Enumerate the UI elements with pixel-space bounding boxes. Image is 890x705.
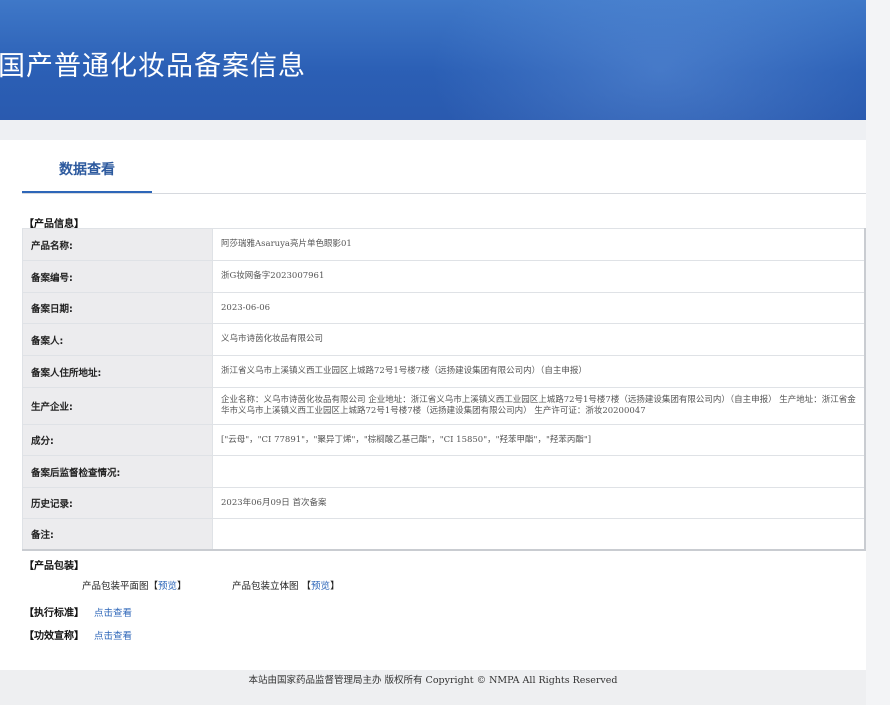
banner-spacer [0, 120, 866, 140]
tab-data-view[interactable]: 数据查看 [22, 140, 152, 193]
table-row: 产品名称: 阿莎瑞雅Asaruya亮片单色眼影01 [22, 228, 866, 261]
standards-heading: 【执行标准】 [24, 608, 84, 619]
footer-text: 本站由国家药品监督管理局主办 版权所有 [248, 675, 423, 686]
row-key-supervision: 备案后监督检查情况: [22, 455, 213, 488]
table-row: 成分: ["云母"，"CI 77891"，"聚异丁烯"，"棕榈酸乙基己酯"，"C… [22, 424, 866, 456]
packaging-flat-preview-link[interactable]: 预览 [158, 581, 177, 592]
table-row: 备案日期: 2023-06-06 [22, 292, 866, 324]
claims-row: 【功效宣称】 点击查看 [24, 627, 132, 642]
table-row: 备案人: 义乌市诗茵化妆品有限公司 [22, 323, 866, 356]
table-row: 生产企业: 企业名称：义乌市诗茵化妆品有限公司 企业地址：浙江省义乌市上溪镇义西… [22, 387, 866, 425]
row-value-supervision [212, 455, 866, 488]
page-banner: 国产普通化妆品备案信息 [0, 0, 866, 120]
row-value-filing-number: 浙G妆网备字2023007961 [212, 260, 866, 293]
table-row: 备案人住所地址: 浙江省义乌市上溪镇义西工业园区上城路72号1号楼7楼（远扬建设… [22, 355, 866, 388]
row-key-filer-address: 备案人住所地址: [22, 355, 213, 388]
packaging-solid-item: 产品包装立体图 【预览】 [232, 581, 340, 592]
packaging-solid-label: 产品包装立体图 [232, 581, 299, 592]
claims-heading: 【功效宣称】 [24, 631, 84, 642]
packaging-solid-preview-link[interactable]: 预览 [311, 581, 330, 592]
footer: 本站由国家药品监督管理局主办 版权所有 Copyright © NMPA All… [0, 670, 866, 705]
table-row: 备案编号: 浙G妆网备字2023007961 [22, 260, 866, 293]
row-key-filing-date: 备案日期: [22, 292, 213, 324]
row-value-filing-date: 2023-06-06 [212, 292, 866, 324]
row-key-filer: 备案人: [22, 323, 213, 356]
packaging-flat-item: 产品包装平面图【预览】 [82, 581, 187, 592]
main-content: 数据查看 【产品信息】 产品名称: 阿莎瑞雅Asaruya亮片单色眼影01 备案… [0, 140, 866, 670]
packaging-heading: 【产品包装】 [24, 561, 84, 572]
row-value-remarks [212, 518, 866, 551]
row-key-remarks: 备注: [22, 518, 213, 551]
row-key-ingredients: 成分: [22, 424, 213, 456]
tab-bar: 数据查看 [22, 140, 866, 194]
standards-row: 【执行标准】 点击查看 [24, 604, 132, 619]
packaging-flat-label: 产品包装平面图 [82, 581, 149, 592]
footer-copyright: Copyright © NMPA All Rights Reserved [425, 675, 618, 686]
row-value-manufacturer: 企业名称：义乌市诗茵化妆品有限公司 企业地址：浙江省义乌市上溪镇义西工业园区上城… [212, 387, 866, 425]
table-row: 备注: [22, 518, 866, 551]
product-info-table: 产品名称: 阿莎瑞雅Asaruya亮片单色眼影01 备案编号: 浙G妆网备字20… [22, 228, 866, 551]
row-key-history: 历史记录: [22, 487, 213, 519]
row-key-filing-number: 备案编号: [22, 260, 213, 293]
row-key-product-name: 产品名称: [22, 228, 213, 261]
row-key-manufacturer: 生产企业: [22, 387, 213, 425]
row-value-history: 2023年06月09日 首次备案 [212, 487, 866, 519]
claims-view-link[interactable]: 点击查看 [94, 631, 132, 642]
row-value-filer-address: 浙江省义乌市上溪镇义西工业园区上城路72号1号楼7楼（远扬建设集团有限公司内）（… [212, 355, 866, 388]
row-value-product-name: 阿莎瑞雅Asaruya亮片单色眼影01 [212, 228, 866, 261]
row-value-filer: 义乌市诗茵化妆品有限公司 [212, 323, 866, 356]
row-value-ingredients: ["云母"，"CI 77891"，"聚异丁烯"，"棕榈酸乙基己酯"，"CI 15… [212, 424, 866, 456]
standards-view-link[interactable]: 点击查看 [94, 608, 132, 619]
page-title: 国产普通化妆品备案信息 [0, 51, 306, 82]
table-row: 备案后监督检查情况: [22, 455, 866, 488]
table-row: 历史记录: 2023年06月09日 首次备案 [22, 487, 866, 519]
